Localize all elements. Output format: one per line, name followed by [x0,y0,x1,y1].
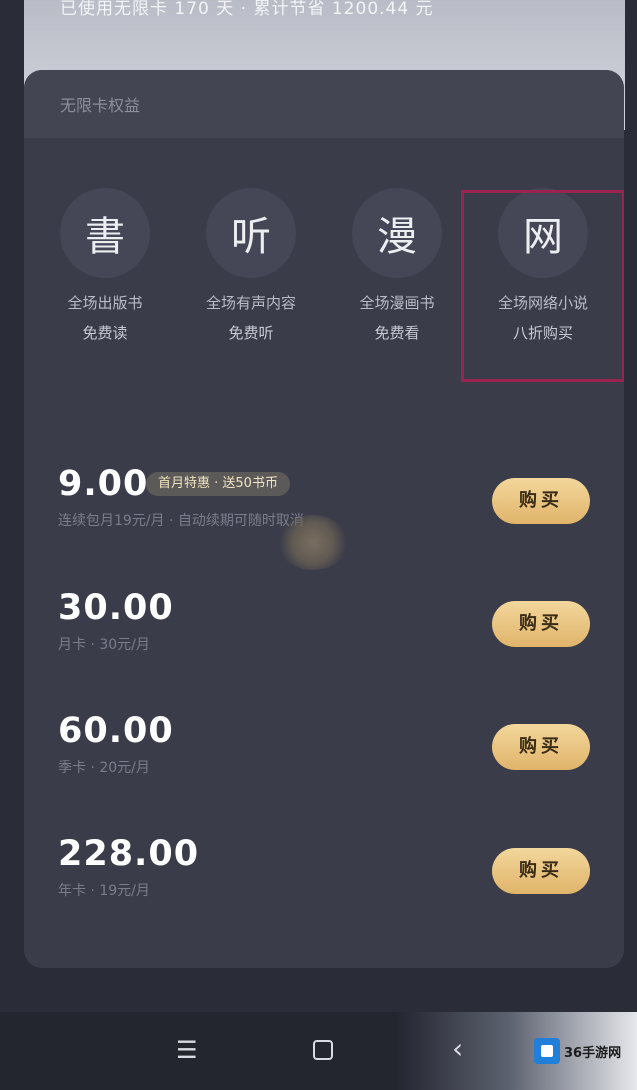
highlight-frame [461,190,624,382]
home-icon[interactable] [313,1040,333,1060]
membership-card: 无限卡权益 書 全场出版书 免费读 听 全场有声内容 免费听 漫 全场漫画书 免… [24,70,624,968]
menu-icon[interactable]: ☰ [176,1036,198,1064]
plan-price: 228.00 [58,834,200,874]
usage-summary: 已使用无限卡 170 天 · 累计节省 1200.44 元 [60,0,434,19]
benefit-books-line1: 全场出版书 [67,294,143,312]
plan-price: 30.00 [58,588,174,628]
plan-description: 年卡 · 19元/月 [58,883,150,899]
buy-button-monthly[interactable]: 购买 [492,601,590,647]
buy-button-quarterly[interactable]: 购买 [492,724,590,770]
benefit-audio: 听 全场有声内容 免费听 [186,188,316,343]
promo-badge: 首月特惠 · 送50书币 [146,472,290,496]
plan-description: 连续包月19元/月 · 自动续期可随时取消 [58,513,304,529]
comics-icon: 漫 [352,188,442,278]
card-title: 无限卡权益 [60,96,141,115]
audio-icon: 听 [206,188,296,278]
plan-description: 月卡 · 30元/月 [58,637,150,653]
watermark: 36手游网 [534,1036,621,1066]
plan-description: 季卡 · 20元/月 [58,760,150,776]
benefit-books-line2: 免费读 [82,324,128,342]
plan-price: 9.00 [58,464,149,504]
plan-price: 60.00 [58,711,174,751]
books-icon: 書 [60,188,150,278]
benefit-comics: 漫 全场漫画书 免费看 [332,188,462,343]
benefit-books: 書 全场出版书 免费读 [40,188,170,343]
benefit-comics-line1: 全场漫画书 [359,294,435,312]
smudge-overlay [278,515,348,570]
card-header: 无限卡权益 [24,70,624,138]
benefit-comics-line2: 免费看 [374,324,420,342]
watermark-logo-icon [534,1038,560,1064]
buy-button-yearly[interactable]: 购买 [492,848,590,894]
watermark-text: 36手游网 [564,1045,622,1061]
buy-button-monthly-auto[interactable]: 购买 [492,478,590,524]
benefit-audio-line2: 免费听 [228,324,274,342]
benefit-audio-line1: 全场有声内容 [205,294,296,312]
back-icon[interactable]: ‹ [452,1032,463,1065]
